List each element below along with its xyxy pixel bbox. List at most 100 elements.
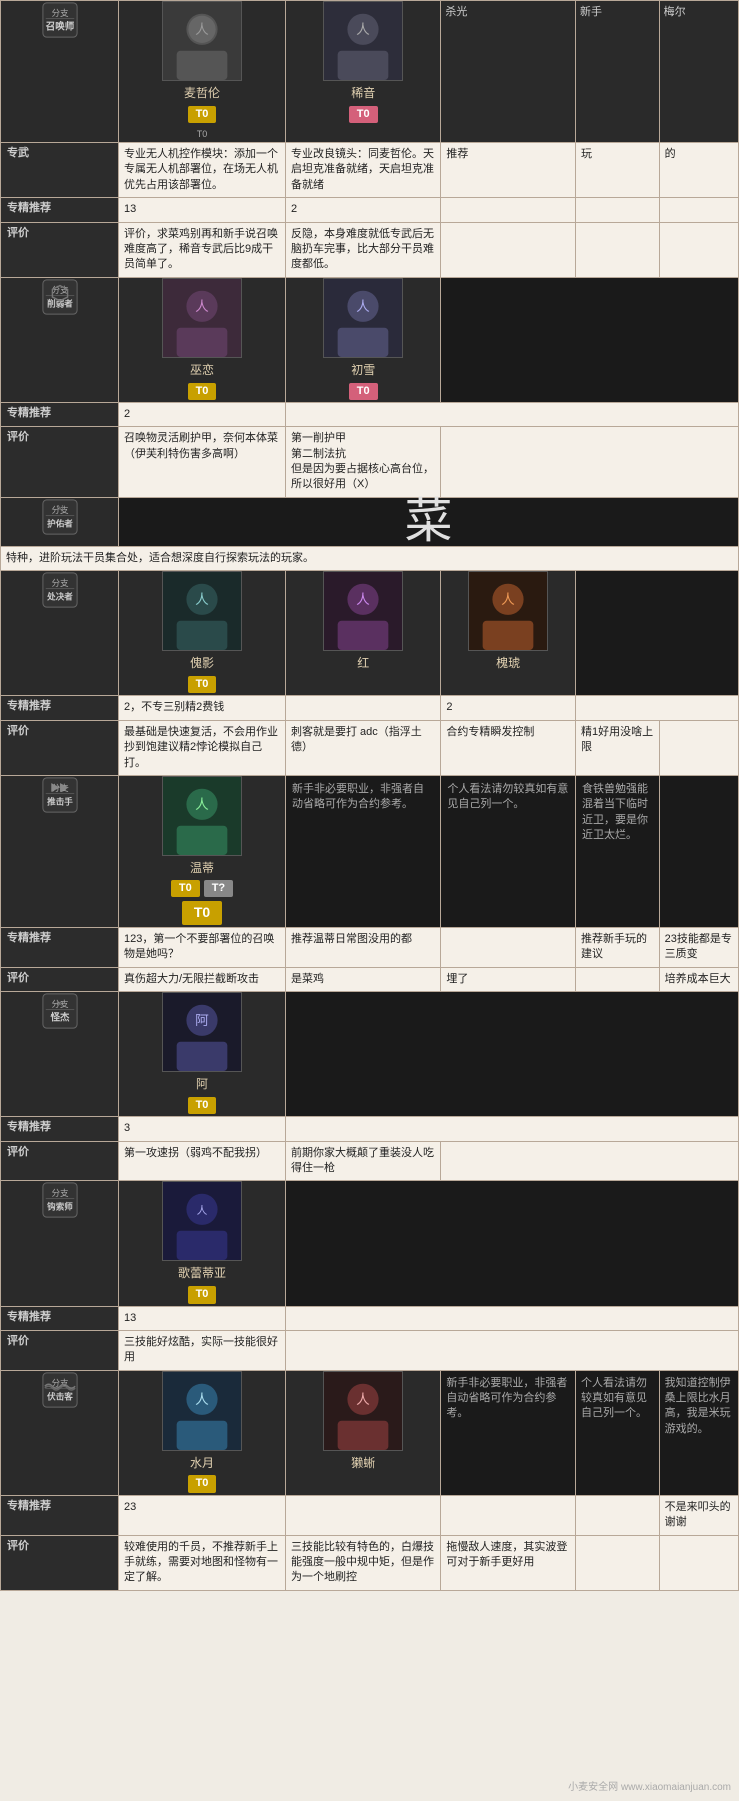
guardian-note-row: 特种，进阶玩法干员集合处，适合想深度自行探索玩法的玩家。 xyxy=(1,546,739,570)
zpjx-p2: 推荐温蒂日常图没用的都 xyxy=(286,927,441,967)
svg-text:怪杰: 怪杰 xyxy=(50,1011,70,1023)
pj-c5 xyxy=(659,222,738,277)
svg-text:∞: ∞ xyxy=(56,998,63,1009)
zpjx-hookmaster-rest xyxy=(286,1306,739,1330)
pj-p5: 培养成本巨大 xyxy=(659,967,738,991)
zpjx-c5 xyxy=(659,198,738,222)
pj-wulian: 召唤物灵活刷护甲，奈何本体菜（伊芙利特伤害多高啊） xyxy=(119,427,286,498)
oddguy-empty xyxy=(286,991,739,1116)
hookmaster-empty xyxy=(286,1181,739,1306)
ambusher-col5: 我知道控制伊桑上限比水月高，我是米玩游戏的。 xyxy=(659,1370,738,1495)
pj-taxi: 三技能比较有特色的，白爆技能强度一般中规中矩，但是作为一个地刷控 xyxy=(286,1535,441,1590)
label-zpjx-oddguy: 专精推荐 xyxy=(1,1117,119,1141)
label-pj-pusher: 评价 xyxy=(1,967,119,991)
op-cell-mazhelun: 人 麦哲伦 T0 T0 xyxy=(119,1,286,143)
op-cell-kuiying: 人 傀影 T0 xyxy=(119,571,286,696)
label-zpjx-hookmaster: 专精推荐 xyxy=(1,1306,119,1330)
pj-e5 xyxy=(659,720,738,775)
pj-mazhelun: 评价，求菜鸡别再和新手说召唤难度高了，稀音专武后比9成干员简单了。 xyxy=(119,222,286,277)
zpjx-oddguy-rest xyxy=(286,1117,739,1141)
branch-guardian-row: 分支 护佑者 Ν 菜 xyxy=(1,497,739,546)
svg-text:分支: 分支 xyxy=(51,7,69,18)
t0-badge-wendi-1: T0 xyxy=(171,880,200,897)
svg-text:人: 人 xyxy=(356,1392,370,1407)
zpjx-executor-rest xyxy=(575,696,738,720)
pusher-zpjx-row: 专精推荐 123，第一个不要部署位的召唤物是她吗？ 推荐温蒂日常图没用的都 推荐… xyxy=(1,927,739,967)
avatar-a: 阿 xyxy=(162,992,242,1072)
branch-executor-cell: 分支 处决者 xyxy=(1,571,119,696)
op-name-a: 阿 xyxy=(119,1076,285,1093)
col-newhand: 新手 xyxy=(575,1,659,143)
oddguy-pj-row: 评价 第一攻速拐（弱鸡不配我拐） 前期你家大概颠了重装没人吃得住一枪 xyxy=(1,1141,739,1181)
op-cell-wendi: 人 温蒂 T0 T? T0 xyxy=(119,776,286,928)
svg-text:钩索师: 钩索师 xyxy=(47,1201,73,1212)
avatar-kuiying: 人 xyxy=(162,571,242,651)
branch-debuffer-row: 分支 削弱者 人 巫恋 xyxy=(1,277,739,402)
branch-hookmaster-cell: 分支 钩索师 xyxy=(1,1181,119,1306)
avatar-wendi: 人 xyxy=(162,776,242,856)
zpjx-a: 3 xyxy=(119,1117,286,1141)
col-shaguang: 杀光 xyxy=(441,1,576,143)
hookmaster-pj-row: 评价 三技能好炫酷，实际一技能很好用 xyxy=(1,1330,739,1370)
svg-text:人: 人 xyxy=(195,797,209,812)
guardian-big-char: 菜 xyxy=(404,495,452,548)
op-cell-xiyin: 人 稀音 T0 xyxy=(286,1,441,143)
svg-text:Ν: Ν xyxy=(56,503,63,514)
op-cell-geleidi: 人 歌蕾蒂亚 T0 xyxy=(119,1181,286,1306)
pusher-icon: 分支 推击手 ▶▶ xyxy=(41,776,79,814)
avatar-huaihu: 人 xyxy=(468,571,548,651)
pj-am3: 拖慢敌人速度，其实波登可对于新手更好用 xyxy=(441,1535,576,1590)
label-pj-summoner: 评价 xyxy=(1,222,119,277)
zwu-xiyin: 专业改良镜头：同麦哲伦。天启坦克准备就绪，天启坦克准备就绪 xyxy=(286,142,441,197)
branch-pusher-row: 分支 推击手 ▶▶ 人 温蒂 xyxy=(1,776,739,928)
svg-text:人: 人 xyxy=(195,22,209,37)
label-zpjx-debuffer: 专精推荐 xyxy=(1,402,119,426)
label-zpjx-summoner: 专精推荐 xyxy=(1,198,119,222)
pj-am5 xyxy=(659,1535,738,1590)
svg-text:召唤师: 召唤师 xyxy=(45,21,74,33)
label-zpjx-pusher: 专精推荐 xyxy=(1,927,119,967)
avatar-wulian: 人 xyxy=(162,278,242,358)
op-cell-taxi: 人 獭蜥 xyxy=(286,1370,441,1495)
op-name-huaihu: 槐琥 xyxy=(441,655,575,672)
avatar-chuxue: 人 xyxy=(323,278,403,358)
guardian-icon: 分支 护佑者 Ν xyxy=(41,498,79,536)
branch-oddguy-cell: 分支 怪杰 ∞ xyxy=(1,991,119,1116)
svg-text:人: 人 xyxy=(356,22,370,37)
branch-guardian-cell: 分支 护佑者 Ν xyxy=(1,497,119,546)
pj-wendi: 真伤超大力/无限拦截断攻击 xyxy=(119,967,286,991)
label-zpjx-executor: 专精推荐 xyxy=(1,696,119,720)
pj-kuiying: 最基础是快速复活，不会用作业抄到饱建议精2悖论模拟自己打。 xyxy=(119,720,286,775)
pj-c4 xyxy=(575,222,659,277)
zpjx-c3 xyxy=(441,198,576,222)
svg-text:削弱者: 削弱者 xyxy=(47,297,73,308)
debuffer-empty-cols xyxy=(441,277,739,402)
label-pj-hookmaster: 评价 xyxy=(1,1330,119,1370)
label-pj-ambusher: 评价 xyxy=(1,1535,119,1590)
pj-debuffer-rest xyxy=(441,427,739,498)
label-pj-executor: 评价 xyxy=(1,720,119,775)
guardian-char-cell: 菜 xyxy=(119,497,739,546)
branch-ambusher-row: 分支 伏击客 人 xyxy=(1,1370,739,1495)
svg-text:护佑者: 护佑者 xyxy=(47,517,73,528)
op-cell-a: 阿 阿 T0 xyxy=(119,991,286,1116)
zpjx-huaihu: 2 xyxy=(441,696,576,720)
zpjx-mazhelun: 13 xyxy=(119,198,286,222)
pusher-col3: 个人看法请勿较真如有意见自己列一个。 xyxy=(441,776,576,928)
svg-text:人: 人 xyxy=(195,299,209,314)
meier-label: 梅尔 xyxy=(664,5,734,20)
zpjx-a4 xyxy=(575,1495,659,1535)
pj-oddguy-rest xyxy=(441,1141,739,1181)
svg-text:人: 人 xyxy=(195,1392,209,1407)
pj-a: 第一攻速拐（弱鸡不配我拐） xyxy=(119,1141,286,1181)
op-name-taxi: 獭蜥 xyxy=(286,1455,440,1472)
branch-debuffer-cell: 分支 削弱者 xyxy=(1,277,119,402)
avatar-shuiyue: 人 xyxy=(162,1371,242,1451)
ambusher-zpjx-row: 专精推荐 23 不是来叩头的谢谢 xyxy=(1,1495,739,1535)
debuffer-pj-row: 评价 召唤物灵活刷护甲，奈何本体菜（伊芙利特伤害多高啊） 第一削护甲第二制法抗但… xyxy=(1,427,739,498)
op-name-wendi: 温蒂 xyxy=(119,860,285,877)
avatar-taxi: 人 xyxy=(323,1371,403,1451)
main-table: 分支 召唤师 人 麦哲伦 xyxy=(0,0,739,1591)
summoner-zwu-row: 专武 专业无人机控作模块：添加一个专属无人机部署位，在场无人机优先占用该部署位。… xyxy=(1,142,739,197)
zpjx-geleidi: 13 xyxy=(119,1306,286,1330)
